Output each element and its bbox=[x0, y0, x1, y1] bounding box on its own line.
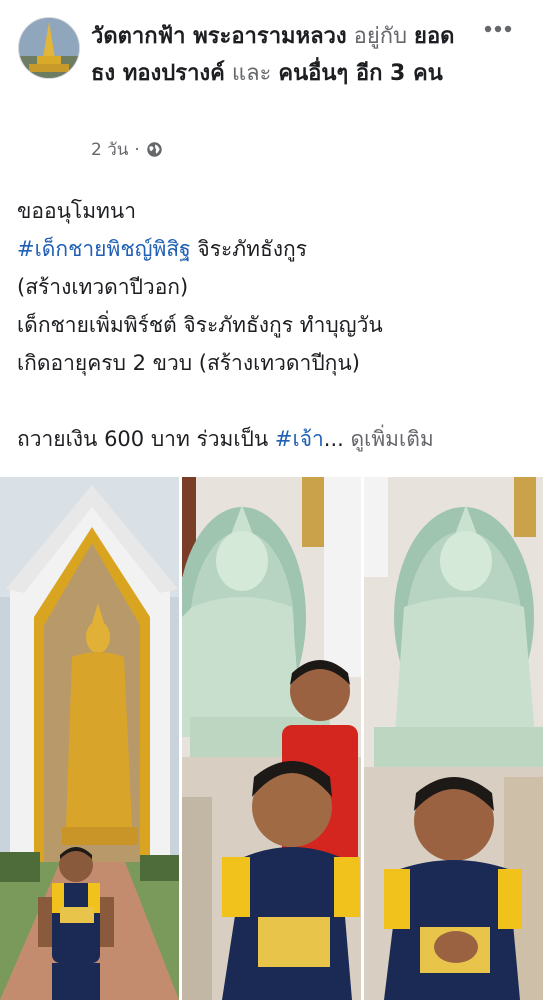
ellipsis: ... bbox=[323, 427, 344, 451]
photo-deity-boys-image bbox=[182, 477, 361, 1000]
post-header: วัดตากฟ้า พระอารามหลวง อยู่กับ ยอดธง ทอง… bbox=[0, 0, 543, 170]
photo-1[interactable] bbox=[0, 477, 179, 1000]
photo-golden-buddha-image bbox=[0, 477, 179, 1000]
hashtag-link[interactable]: #เจ้า bbox=[275, 427, 324, 451]
globe-icon bbox=[147, 142, 162, 157]
text-line: เกิดอายุครบ 2 ขวบ (สร้างเทวดาปีกุน) bbox=[17, 351, 360, 375]
photo-grid bbox=[0, 477, 543, 1000]
page-avatar[interactable] bbox=[18, 17, 80, 79]
meta-separator: · bbox=[134, 139, 140, 160]
post-title: วัดตากฟ้า พระอารามหลวง อยู่กับ ยอดธง ทอง… bbox=[91, 18, 463, 92]
text-line: #เด็กชายพิชญ์พิสิฐ จิระภัทธังกูร bbox=[17, 230, 532, 268]
photo-deity-boy-image bbox=[364, 477, 543, 1000]
photo-2[interactable] bbox=[182, 477, 361, 1000]
more-options-button[interactable] bbox=[481, 14, 515, 44]
hashtag-link[interactable]: #เด็กชายพิชญ์พิสิฐ bbox=[17, 237, 191, 261]
author-name[interactable]: วัดตากฟ้า พระอารามหลวง bbox=[91, 24, 347, 49]
post-meta: 2 วัน · bbox=[91, 136, 163, 163]
text-segment: จิระภัทธังกูร bbox=[190, 237, 308, 261]
text-line: ขออนุโมทนา bbox=[17, 199, 137, 223]
and-text: และ bbox=[231, 61, 272, 86]
with-text: อยู่กับ bbox=[353, 24, 408, 49]
text-line: (สร้างเทวดาปีวอก) bbox=[17, 275, 189, 299]
text-line: ถวายเงิน 600 บาท ร่วมเป็น #เจ้า... ดูเพิ… bbox=[17, 420, 532, 458]
post-time[interactable]: 2 วัน bbox=[91, 136, 128, 163]
photo-3[interactable] bbox=[364, 477, 543, 1000]
temple-avatar-icon bbox=[19, 18, 79, 78]
more-horiz-icon bbox=[484, 25, 512, 33]
others-link[interactable]: คนอื่นๆ อีก 3 คน bbox=[278, 61, 442, 86]
text-segment: ถวายเงิน 600 บาท ร่วมเป็น bbox=[17, 427, 275, 451]
post-text: ขออนุโมทนา #เด็กชายพิชญ์พิสิฐ จิระภัทธัง… bbox=[17, 192, 532, 458]
see-more-link[interactable]: ดูเพิ่มเติม bbox=[351, 427, 434, 451]
text-line: เด็กชายเพิ่มพิร์ชต์ จิระภัทธังกูร ทำบุญว… bbox=[17, 313, 383, 337]
